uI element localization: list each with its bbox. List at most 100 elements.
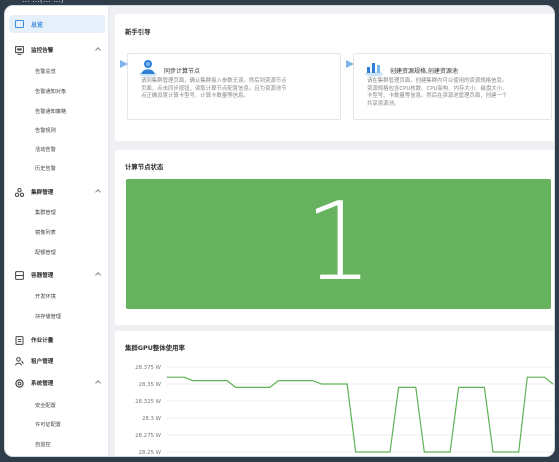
app-window: 总览 监控告警 告警总览 告警通知对象 告警通知策略 告警规则 活动告警 历史告… [4, 5, 555, 457]
data-point [261, 387, 262, 388]
data-point [183, 376, 185, 378]
gpu-usage-chart: 28.375 W 28.35 W 28.325 W 28.3 W 28.275 W 28.… [135, 365, 554, 456]
sidebar-group-job-metering[interactable]: 作业计量 [5, 332, 108, 348]
gpu-usage-line [167, 376, 554, 453]
top-strip-text: ... ...(... ...) [22, 0, 64, 4]
sidebar-item-quota-management[interactable]: 配额管理 [35, 249, 56, 256]
sidebar-item-security-config[interactable]: 安全配置 [35, 402, 56, 409]
data-point [466, 387, 468, 388]
data-point [209, 380, 211, 381]
guide-step-desc: 请在集群管理页面，创建集群内可以使用的资源规格信息。 资源规格包含CPU核数、C… [367, 78, 508, 107]
data-point [252, 387, 254, 388]
y-tick-label: 28.3 W [142, 416, 162, 422]
system-icon [15, 378, 24, 388]
cluster-icon [15, 187, 24, 197]
data-point [303, 380, 305, 381]
data-point [372, 451, 374, 453]
data-point [484, 387, 485, 388]
data-point [226, 380, 228, 381]
guide-step-create-resource[interactable]: 创建资源规格,创建资源池 请在集群管理页面，创建集群内可以使用的资源规格信息。 … [346, 53, 552, 120]
y-tick-label: 28.275 W [135, 433, 162, 439]
data-point [355, 451, 357, 453]
data-point [295, 380, 297, 381]
sidebar-group-monitoring[interactable]: 监控告警 [5, 42, 108, 58]
sidebar-group-label: 系统管理 [31, 381, 54, 387]
sidebar-item-alert-overview[interactable]: 告警总览 [35, 68, 56, 75]
y-tick-label: 28.35 W [139, 382, 162, 388]
data-point [200, 380, 202, 381]
guide-step-desc: 请到集群管理页面，确认集群接入参数无误。然后到资源节点 页面，点击同步按钮，读取… [141, 78, 287, 100]
data-point [166, 376, 168, 378]
data-point [286, 380, 288, 381]
data-point [544, 376, 545, 378]
sidebar-item-cluster-management[interactable]: 集群管理 [35, 209, 56, 216]
node-status-title: 计算节点状态 [125, 163, 164, 171]
data-point [235, 387, 236, 388]
data-point [398, 387, 399, 388]
sidebar-item-license-config[interactable]: 许可证配置 [35, 421, 61, 428]
data-point [449, 451, 451, 453]
node-count-panel[interactable]: 1 [126, 179, 551, 309]
monitor-icon [15, 45, 24, 55]
y-tick-label: 28.25 W [139, 450, 162, 456]
data-point [432, 451, 434, 453]
sidebar-group-tenant[interactable]: 租户管理 [5, 353, 108, 369]
gpu-usage-title: 集群GPU整体使用率 [125, 344, 185, 352]
data-point [218, 380, 219, 381]
sidebar-item-overview-label: 总览 [31, 21, 44, 29]
data-point [346, 383, 348, 385]
sidebar-item-alert-notify-policy[interactable]: 告警通知策略 [35, 108, 66, 115]
guide-step-title: 创建资源规格,创建资源池 [390, 68, 458, 75]
sidebar-group-label: 集群管理 [31, 190, 54, 196]
main-content: 新手引导 同步计算节点 请到集群管理页面，确认集群接入参数无误。然后到资源节点 … [109, 6, 554, 456]
sidebar-group-container[interactable]: 容器管理 [5, 267, 108, 283]
sidebar: 总览 监控告警 告警总览 告警通知对象 告警通知策略 告警规则 活动告警 历史告… [5, 6, 109, 456]
sidebar-group-system[interactable]: 系统管理 [5, 375, 108, 391]
data-point [406, 387, 408, 388]
sidebar-item-block-storage[interactable]: 块存储管理 [35, 313, 61, 320]
step-arrow-icon [120, 60, 128, 68]
data-point [475, 387, 477, 388]
data-point [338, 383, 339, 385]
data-point [492, 451, 494, 453]
data-point [269, 387, 271, 388]
sidebar-item-alert-notify-target[interactable]: 告警通知对象 [35, 88, 66, 95]
node-status-card: 计算节点状态 1 [115, 150, 554, 325]
sidebar-item-alert-rules[interactable]: 告警规则 [35, 127, 56, 134]
y-tick-label: 28.375 W [135, 365, 162, 371]
data-point [458, 387, 459, 388]
data-point [389, 451, 391, 453]
guide-title: 新手引导 [125, 28, 151, 36]
data-point [381, 451, 382, 453]
data-point [312, 380, 314, 381]
data-point [363, 451, 365, 453]
chevron-up-icon [95, 272, 101, 278]
sidebar-item-active-alerts[interactable]: 活动告警 [35, 146, 56, 153]
job-icon [15, 335, 24, 345]
user-icon [15, 356, 24, 366]
sidebar-item-self-monitor[interactable]: 自监控 [35, 441, 51, 448]
sidebar-item-image-list[interactable]: 镜像列表 [35, 229, 56, 236]
sidebar-group-cluster[interactable]: 集群管理 [5, 184, 108, 200]
guide-step-sync-nodes[interactable]: 同步计算节点 请到集群管理页面，确认集群接入参数无误。然后到资源节点 页面，点击… [120, 53, 341, 120]
sidebar-item-history-alerts[interactable]: 历史告警 [35, 165, 56, 172]
sidebar-item-dev-environment[interactable]: 开发环境 [35, 293, 56, 300]
sidebar-group-label: 容器管理 [31, 273, 54, 279]
data-point [518, 451, 520, 453]
data-point [175, 376, 176, 378]
chevron-up-icon [95, 47, 101, 53]
gpu-usage-card: 集群GPU整体使用率 28.375 W 28.35 W 28.325 W 28.3 W… [115, 331, 554, 456]
data-point [501, 451, 502, 453]
data-point [243, 387, 245, 388]
data-point [441, 451, 442, 453]
data-point [423, 451, 425, 453]
data-point [552, 383, 554, 385]
data-point [329, 383, 331, 385]
guide-card: 新手引导 同步计算节点 请到集群管理页面，确认集群接入参数无误。然后到资源节点 … [115, 14, 554, 141]
data-point [321, 383, 322, 385]
container-icon [15, 270, 24, 280]
sidebar-item-overview[interactable]: 总览 [9, 15, 105, 33]
data-point [278, 380, 279, 381]
sidebar-group-label: 作业计量 [31, 338, 54, 344]
chevron-up-icon [95, 380, 101, 386]
